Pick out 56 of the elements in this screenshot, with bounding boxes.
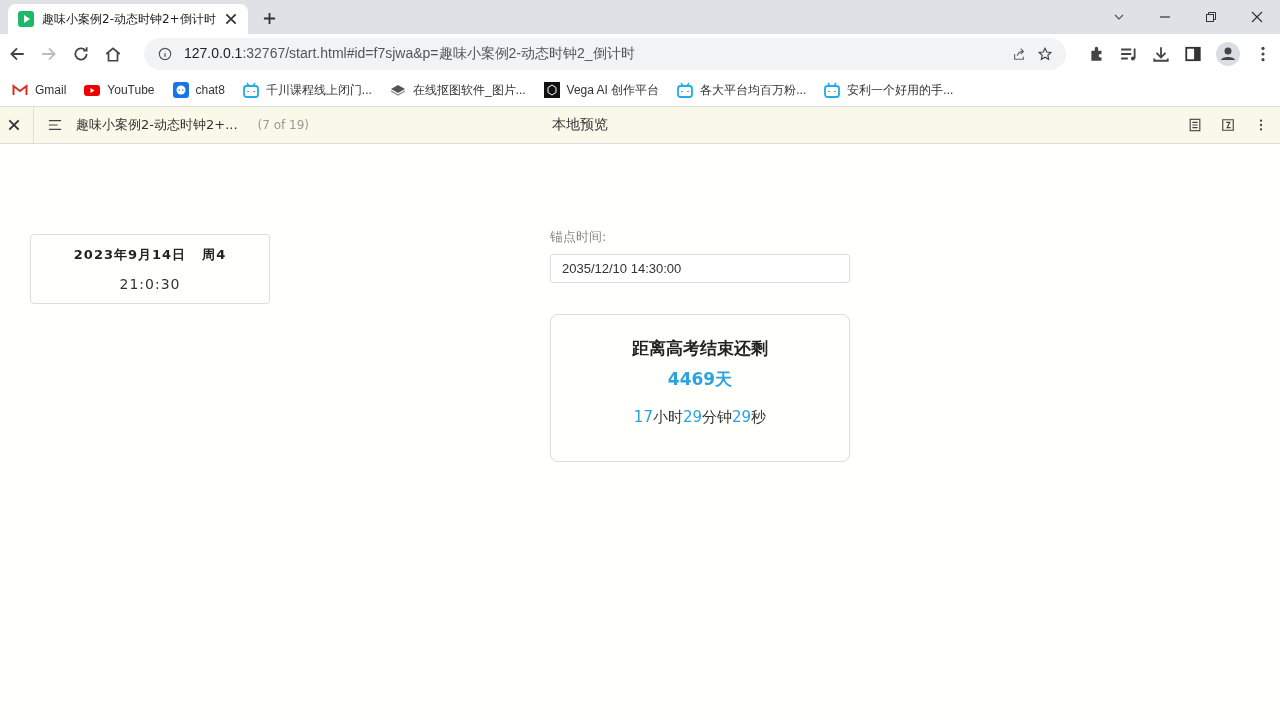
bookmark[interactable]: 千川课程线上闭门... bbox=[242, 81, 372, 99]
info-icon[interactable] bbox=[158, 47, 172, 61]
bookmark-label: YouTube bbox=[107, 83, 155, 97]
bookmark-label: 安利一个好用的手... bbox=[847, 81, 954, 99]
home-icon[interactable] bbox=[104, 45, 122, 63]
close-icon[interactable] bbox=[7, 118, 21, 132]
bookmark[interactable]: Gmail bbox=[12, 82, 67, 98]
bookmark[interactable]: 各大平台均百万粉... bbox=[677, 81, 807, 99]
countdown-heading: 距离高考结束还剩 bbox=[632, 337, 768, 360]
bookmark-label: 千川课程线上闭门... bbox=[265, 81, 372, 99]
tv-icon bbox=[824, 82, 841, 98]
countdown-time: 17小时29分钟29秒 bbox=[633, 408, 767, 427]
tv-icon bbox=[677, 82, 694, 98]
clock-time: 21:0:30 bbox=[119, 276, 181, 292]
close-icon[interactable] bbox=[1251, 11, 1263, 23]
bookmark[interactable]: 在线抠图软件_图片... bbox=[389, 81, 526, 99]
download-icon[interactable] bbox=[1152, 45, 1170, 63]
tab-title: 趣味小案例2-动态时钟2+倒计时 bbox=[42, 10, 216, 28]
layers-icon bbox=[389, 82, 406, 98]
share-icon[interactable] bbox=[1012, 47, 1026, 61]
file-count: (7 of 19) bbox=[257, 118, 309, 132]
document-icon[interactable] bbox=[1188, 118, 1202, 132]
address-bar[interactable]: 127.0.0.1:32767/start.html#id=f7sjwa&p=趣味小案例2-动态时钟2_倒计时 bbox=[144, 38, 1066, 70]
playlist-icon[interactable] bbox=[1120, 45, 1138, 63]
play-icon bbox=[18, 11, 34, 27]
file-title: 趣味小案例2-动态时钟2+... bbox=[76, 116, 238, 134]
star-icon[interactable] bbox=[1038, 47, 1052, 61]
countdown-days: 4469天 bbox=[667, 368, 733, 391]
browser-tab[interactable]: 趣味小案例2-动态时钟2+倒计时 bbox=[8, 4, 248, 34]
bookmark-label: 各大平台均百万粉... bbox=[700, 81, 807, 99]
bookmark-label: chat8 bbox=[195, 83, 225, 97]
profile-icon[interactable] bbox=[1216, 42, 1240, 66]
clock-date: 2023年9月14日 bbox=[73, 246, 187, 264]
menu-icon[interactable] bbox=[46, 118, 64, 132]
bookmark[interactable]: Vega AI 创作平台 bbox=[543, 81, 660, 99]
bookmark-label: Vega AI 创作平台 bbox=[566, 81, 660, 99]
new-tab-icon[interactable] bbox=[263, 12, 276, 25]
play-icon bbox=[84, 82, 101, 98]
reload-icon[interactable] bbox=[72, 45, 90, 63]
close-icon[interactable] bbox=[224, 12, 238, 26]
preview-title: 本地预览 bbox=[551, 116, 609, 134]
tv-icon bbox=[242, 82, 259, 98]
envelope-icon bbox=[12, 82, 28, 98]
url-text: 127.0.0.1:32767/start.html#id=f7sjwa&p=趣味小案例2-动态时钟2_倒计时 bbox=[184, 45, 635, 63]
restore-icon[interactable] bbox=[1205, 11, 1217, 23]
bookmark-label: Gmail bbox=[35, 83, 67, 97]
bookmark[interactable]: chat8 bbox=[172, 82, 225, 98]
back-icon[interactable] bbox=[8, 45, 26, 63]
bookmark[interactable]: 安利一个好用的手... bbox=[824, 81, 954, 99]
side-panel-icon[interactable] bbox=[1184, 45, 1202, 63]
anchor-label: 锚点时间: bbox=[550, 228, 608, 246]
bookmark[interactable]: YouTube bbox=[84, 82, 155, 98]
bookmark-label: 在线抠图软件_图片... bbox=[412, 81, 526, 99]
anchor-time-field[interactable]: 2035/12/10 14:30:00 bbox=[550, 254, 850, 283]
clock-weekday: 周4 bbox=[202, 246, 227, 264]
chat-icon bbox=[172, 82, 189, 98]
